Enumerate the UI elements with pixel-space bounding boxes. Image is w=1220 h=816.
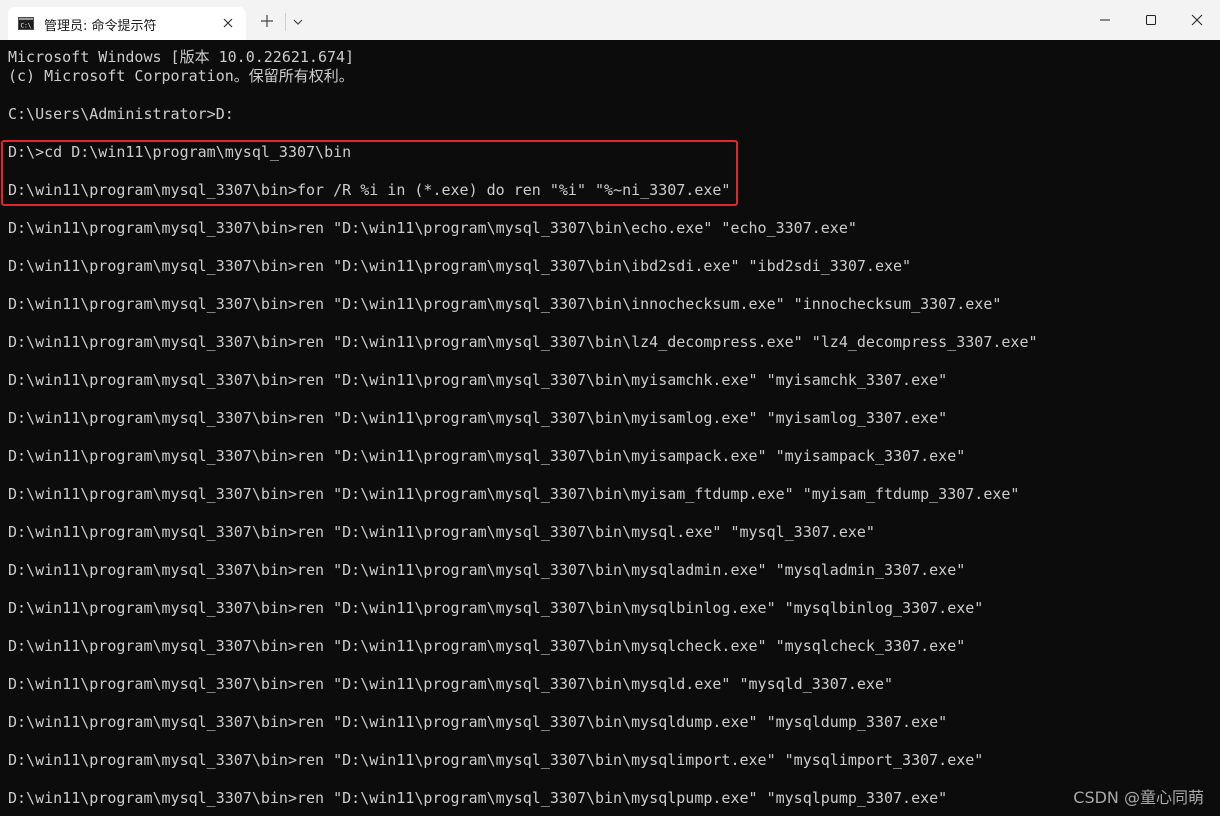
tab-command-prompt[interactable]: C:\ 管理员: 命令提示符 [8,7,246,40]
terminal-line: D:\win11\program\mysql_3307\bin>ren "D:\… [8,409,948,427]
title-bar: C:\ 管理员: 命令提示符 [0,0,1220,40]
terminal-line: Microsoft Windows [版本 10.0.22621.674] [8,48,355,66]
terminal-line: D:\win11\program\mysql_3307\bin>ren "D:\… [8,447,966,465]
terminal-line: D:\win11\program\mysql_3307\bin>ren "D:\… [8,599,984,617]
close-icon [1191,14,1203,26]
terminal-line: D:\win11\program\mysql_3307\bin>ren "D:\… [8,789,948,807]
terminal-line: D:\win11\program\mysql_3307\bin>ren "D:\… [8,561,966,579]
close-icon[interactable] [220,15,236,31]
terminal-output[interactable]: Microsoft Windows [版本 10.0.22621.674] (c)… [0,40,1220,816]
maximize-button[interactable] [1128,0,1174,40]
window-close-button[interactable] [1174,0,1220,40]
terminal-line: D:\win11\program\mysql_3307\bin>for /R %… [8,181,731,199]
svg-text:C:\: C:\ [21,23,32,30]
terminal-line: (c) Microsoft Corporation。保留所有权利。 [8,67,354,85]
plus-icon[interactable] [259,13,275,29]
terminal-line: D:\win11\program\mysql_3307\bin>ren "D:\… [8,371,948,389]
maximize-icon [1146,15,1156,25]
terminal-line: C:\Users\Administrator>D: [8,105,234,123]
terminal-line: D:\>cd D:\win11\program\mysql_3307\bin [8,143,352,161]
minimize-icon [1100,19,1110,21]
terminal-line: D:\win11\program\mysql_3307\bin>ren "D:\… [8,295,1002,313]
terminal-window: C:\ 管理员: 命令提示符 Microsoft Windows [版本 10.… [0,0,1220,816]
terminal-line: D:\win11\program\mysql_3307\bin>ren "D:\… [8,637,966,655]
watermark: CSDN @童心同萌 [1073,788,1204,807]
terminal-line: D:\win11\program\mysql_3307\bin>ren "D:\… [8,485,1020,503]
terminal-line: D:\win11\program\mysql_3307\bin>ren "D:\… [8,333,1038,351]
minimize-button[interactable] [1082,0,1128,40]
terminal-line: D:\win11\program\mysql_3307\bin>ren "D:\… [8,675,894,693]
terminal-line: D:\win11\program\mysql_3307\bin>ren "D:\… [8,713,948,731]
terminal-line: D:\win11\program\mysql_3307\bin>ren "D:\… [8,751,984,769]
chevron-down-icon[interactable] [291,16,305,28]
cmd-icon: C:\ [18,17,34,30]
terminal-line: D:\win11\program\mysql_3307\bin>ren "D:\… [8,219,857,237]
tab-separator [285,13,286,31]
terminal-line: D:\win11\program\mysql_3307\bin>ren "D:\… [8,257,912,275]
terminal-line: D:\win11\program\mysql_3307\bin>ren "D:\… [8,523,875,541]
tab-title: 管理员: 命令提示符 [44,19,157,34]
